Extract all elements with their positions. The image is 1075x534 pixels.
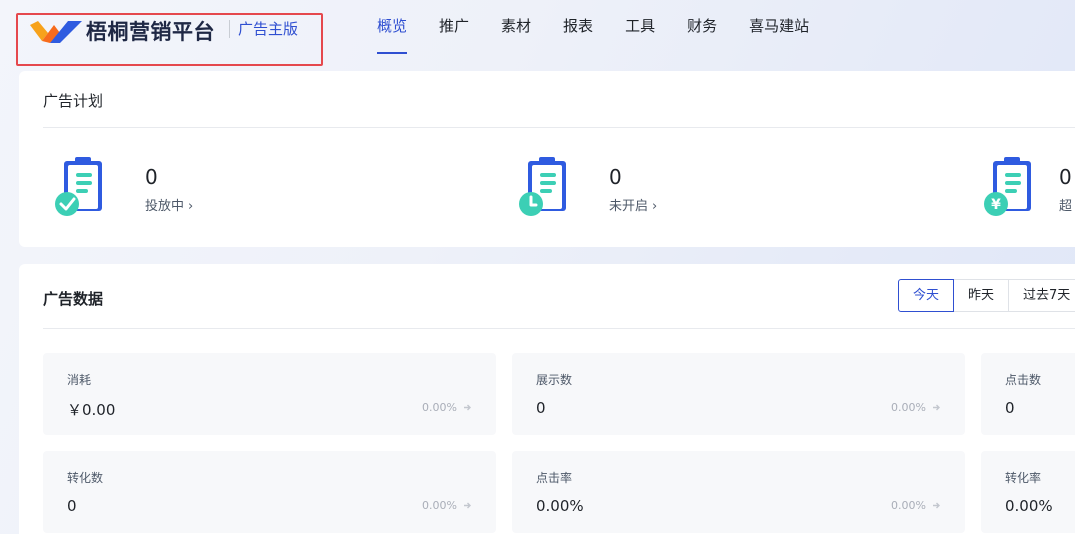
stat-over-budget-link[interactable]: 超 — [1059, 195, 1072, 214]
metric-cost-label: 消耗 — [67, 373, 92, 387]
range-yesterday[interactable]: 昨天 — [953, 279, 1010, 312]
metric-ctr-change-text: 0.00% — [891, 499, 926, 512]
range-today[interactable]: 今天 — [898, 279, 955, 312]
stat-over-budget: ¥ 0 超 — [981, 155, 1075, 225]
stat-delivering-value: 0 — [145, 165, 158, 189]
clipboard-check-icon — [55, 157, 102, 216]
nav-material[interactable]: 素材 — [501, 16, 531, 54]
logo-separator — [229, 20, 230, 38]
metric-ctr-change: 0.00% — [891, 499, 941, 512]
clipboard-clock-icon — [519, 157, 566, 216]
metric-clicks-value: 0 — [1005, 399, 1015, 417]
stat-delivering-label: 投放中 — [145, 199, 185, 214]
metric-cost-value: ￥0.00 — [67, 401, 116, 419]
trend-arrow-icon — [464, 502, 471, 509]
metric-cvr-value: 0.00% — [1005, 497, 1053, 515]
nav-report[interactable]: 报表 — [563, 16, 593, 54]
metric-impressions-change: 0.00% — [891, 401, 941, 414]
trend-arrow-icon — [933, 404, 940, 411]
stat-over-budget-label: 超 — [1059, 199, 1073, 214]
metric-cvr: 转化率 0.00% — [981, 451, 1075, 533]
ad-plan-divider — [43, 127, 1075, 128]
top-header: 梧桐营销平台 广告主版 概览 推广 素材 报表 工具 财务 喜马建站 — [0, 0, 1075, 70]
metric-impressions-value: 0 — [536, 399, 546, 417]
metric-cost-change: 0.00% — [422, 401, 472, 414]
metric-ctr: 点击率 0.00% 0.00% — [512, 451, 965, 533]
date-range-tabs: 今天 昨天 过去7天 — [898, 279, 1075, 312]
metric-cost: 消耗 ￥0.00 0.00% — [43, 353, 496, 435]
trend-arrow-icon — [933, 502, 940, 509]
nav-tools[interactable]: 工具 — [625, 16, 655, 54]
main-nav: 概览 推广 素材 报表 工具 财务 喜马建站 — [377, 16, 841, 54]
trend-arrow-icon — [464, 404, 471, 411]
metric-conversions-label: 转化数 — [67, 471, 104, 485]
metric-impressions: 展示数 0 0.00% — [512, 353, 965, 435]
range-last-7-days[interactable]: 过去7天 — [1008, 279, 1075, 312]
wutong-logo-icon[interactable] — [28, 19, 82, 43]
stat-not-started: 0 未开启 › — [516, 155, 736, 225]
ad-plan-card: 广告计划 0 投放中 › 0 未开启 › ¥ 0 超 — [19, 71, 1075, 247]
stat-not-started-label: 未开启 — [609, 199, 649, 214]
metric-cvr-label: 转化率 — [1005, 471, 1042, 485]
metric-clicks: 点击数 0 — [981, 353, 1075, 435]
metric-conversions: 转化数 0 0.00% — [43, 451, 496, 533]
metric-ctr-value: 0.00% — [536, 497, 584, 515]
ad-data-divider — [43, 328, 1075, 329]
metric-conversions-value: 0 — [67, 497, 77, 515]
nav-finance[interactable]: 财务 — [687, 16, 717, 54]
nav-site-builder[interactable]: 喜马建站 — [749, 16, 809, 54]
metric-ctr-label: 点击率 — [536, 471, 573, 485]
metric-conversions-change-text: 0.00% — [422, 499, 457, 512]
chevron-right-icon: › — [188, 199, 194, 214]
metric-cost-change-text: 0.00% — [422, 401, 457, 414]
ad-plan-title: 广告计划 — [43, 92, 104, 110]
ad-data-card: 广告数据 今天 昨天 过去7天 消耗 ￥0.00 0.00% 展示数 0 0.0… — [19, 264, 1075, 534]
metric-conversions-change: 0.00% — [422, 499, 472, 512]
stat-delivering-link[interactable]: 投放中 › — [145, 195, 193, 214]
svg-text:¥: ¥ — [991, 197, 1001, 213]
chevron-right-icon: › — [652, 199, 658, 214]
ad-data-title: 广告数据 — [43, 290, 104, 308]
stat-not-started-value: 0 — [609, 165, 622, 189]
logo-text: 梧桐营销平台 — [86, 20, 215, 44]
clipboard-yen-icon: ¥ — [984, 157, 1031, 216]
metric-clicks-label: 点击数 — [1005, 373, 1042, 387]
stat-delivering: 0 投放中 › — [52, 155, 272, 225]
nav-promotion[interactable]: 推广 — [439, 16, 469, 54]
stat-over-budget-value: 0 — [1059, 165, 1072, 189]
nav-overview[interactable]: 概览 — [377, 16, 408, 54]
metric-impressions-change-text: 0.00% — [891, 401, 926, 414]
metric-impressions-label: 展示数 — [536, 373, 573, 387]
logo-highlight-box: 梧桐营销平台 广告主版 — [16, 13, 323, 66]
stat-not-started-link[interactable]: 未开启 › — [609, 195, 657, 214]
logo-subtitle: 广告主版 — [238, 20, 299, 38]
